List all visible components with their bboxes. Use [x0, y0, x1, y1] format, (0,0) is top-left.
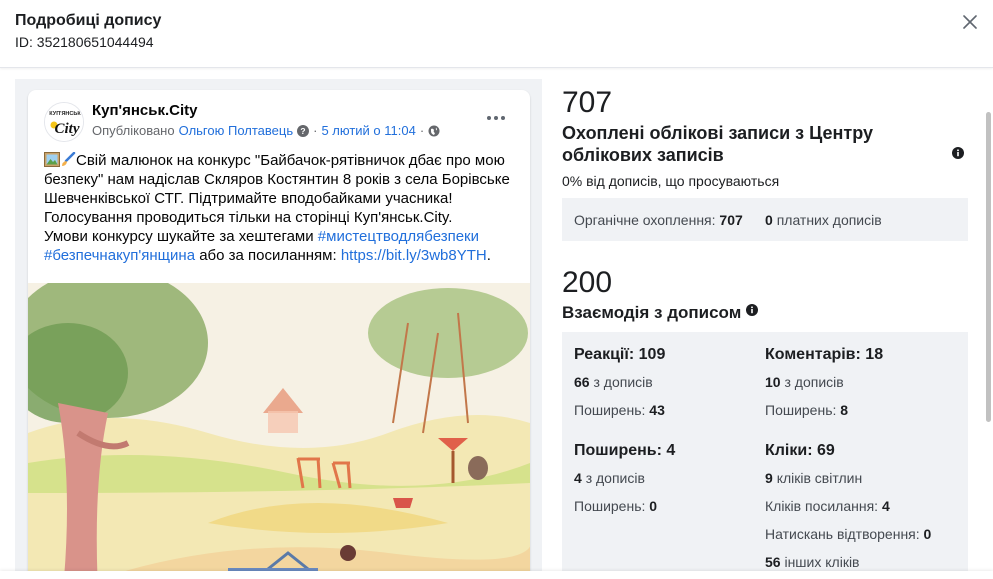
reactions-from-posts-label: з дописів: [593, 374, 653, 390]
dialog-header: Подробиці допису ID: 352180651044494: [0, 0, 993, 68]
page-logo-icon: КУП'ЯНСЬК City: [45, 103, 83, 141]
hashtag-link-2[interactable]: #безпечнакуп'янщина: [44, 247, 195, 264]
shares-label: Поширень:: [574, 442, 662, 459]
comments-shares: Поширень: 8: [765, 402, 848, 418]
dialog-title: Подробиці допису: [15, 12, 162, 29]
picture-emoji-icon: [44, 152, 60, 167]
reactions-value: 109: [638, 346, 666, 363]
dialog-footer-edge: [0, 571, 993, 579]
other-clicks: 56 інших кліків: [765, 554, 860, 570]
post-body-text: Свій малюнок на конкурс "Байбачок-рятівн…: [44, 152, 510, 226]
post-card: КУП'ЯНСЬК City Куп'янськ.City Опублікова…: [28, 90, 530, 579]
promoted-percent: 0% від дописів, що просуваються: [562, 173, 780, 189]
engagement-breakdown-box: Реакції: 109 66 з дописів Поширень: 43 К…: [562, 332, 968, 579]
comments-value: 18: [865, 346, 884, 363]
comments-shares-value: 8: [840, 402, 849, 418]
photo-clicks-value: 9: [765, 470, 773, 486]
post-id: ID: 352180651044494: [15, 34, 154, 50]
hashtag-link-1[interactable]: #мистецтводлябезпеки: [318, 228, 479, 245]
engagement-title: Взаємодія з дописом: [562, 303, 742, 322]
shares-from-posts-value: 4: [574, 470, 582, 486]
clicks-value: 69: [817, 442, 835, 459]
play-clicks-value: 0: [923, 526, 932, 542]
link-clicks-value: 4: [881, 498, 890, 514]
post-text-end: .: [486, 247, 491, 264]
reactions-shares-label: Поширень:: [574, 402, 646, 418]
question-icon: ?: [297, 124, 310, 137]
reactions-label: Реакції:: [574, 346, 635, 363]
published-label: Опубліковано: [92, 123, 175, 138]
post-link-prefix: або за посиланням:: [195, 247, 341, 264]
post-text: Свій малюнок на конкурс "Байбачок-рятівн…: [44, 151, 518, 265]
comments-from-posts: 10 з дописів: [765, 374, 844, 390]
shares-from-posts-label: з дописів: [585, 470, 645, 486]
post-meta: Опубліковано Ольгою Полтавець ? · 5 люти…: [92, 123, 440, 138]
shares-shares-label: Поширень:: [574, 498, 646, 514]
shares-shares-value: 0: [649, 498, 658, 514]
scrollbar-thumb[interactable]: [986, 112, 991, 422]
organic-reach: Органічне охоплення: 707: [574, 212, 743, 228]
engagement-value: 200: [562, 266, 613, 299]
clicks-heading: Кліки: 69: [765, 442, 835, 460]
organic-value: 707: [719, 212, 743, 228]
reactions-shares-value: 43: [649, 402, 665, 418]
more-options-button[interactable]: [482, 108, 510, 128]
globe-icon: [428, 125, 440, 136]
svg-text:КУП'ЯНСЬК: КУП'ЯНСЬК: [49, 111, 81, 117]
link-clicks: Кліків посилання: 4: [765, 498, 890, 514]
clicks-label: Кліки:: [765, 442, 813, 459]
more-dot: [487, 116, 491, 120]
shares-value: 4: [666, 442, 676, 459]
meta-dot-2: ·: [419, 123, 425, 138]
post-date-link[interactable]: 5 лютий о 11:04: [321, 123, 415, 138]
paid-label: платних дописів: [776, 212, 882, 228]
comments-from-posts-label: з дописів: [784, 374, 844, 390]
shares-from-posts: 4 з дописів: [574, 470, 645, 486]
play-clicks: Натискань відтворення: 0: [765, 526, 931, 542]
author-link[interactable]: Ольгою Полтавець: [179, 123, 294, 138]
post-drawing-image[interactable]: [28, 283, 530, 579]
engagement-title-row: Взаємодія з дописом: [562, 302, 759, 324]
play-clicks-label: Натискань відтворення:: [765, 526, 920, 542]
info-icon[interactable]: [746, 304, 759, 316]
more-dot: [494, 116, 498, 120]
close-button[interactable]: [958, 10, 982, 34]
organic-label: Органічне охоплення:: [574, 212, 716, 228]
reach-breakdown-box: Органічне охоплення: 707 0 платних допис…: [562, 198, 968, 241]
paid-value: 0: [765, 212, 773, 228]
reactions-from-posts-value: 66: [574, 374, 590, 390]
more-dot: [501, 116, 505, 120]
external-link[interactable]: https://bit.ly/3wb8YTH: [341, 247, 487, 264]
reactions-heading: Реакції: 109: [574, 346, 665, 364]
link-clicks-label: Кліків посилання:: [765, 498, 879, 514]
shares-shares: Поширень: 0: [574, 498, 657, 514]
page-name[interactable]: Куп'янськ.City: [92, 102, 198, 119]
reach-title: Охоплені облікові записи з Центру обліко…: [562, 123, 873, 165]
reach-info-button[interactable]: [952, 146, 964, 164]
comments-from-posts-value: 10: [765, 374, 781, 390]
svg-text:City: City: [55, 121, 80, 137]
reactions-shares: Поширень: 43: [574, 402, 665, 418]
other-clicks-value: 56: [765, 554, 781, 570]
reactions-from-posts: 66 з дописів: [574, 374, 653, 390]
comments-label: Коментарів:: [765, 346, 861, 363]
svg-text:?: ?: [301, 126, 306, 136]
paintbrush-emoji-icon: [62, 152, 76, 166]
meta-dot: ·: [313, 123, 318, 138]
other-clicks-label: інших кліків: [784, 554, 860, 570]
close-icon: [963, 15, 977, 29]
comments-shares-label: Поширень:: [765, 402, 837, 418]
info-icon: [952, 147, 964, 159]
comments-heading: Коментарів: 18: [765, 346, 883, 364]
shares-heading: Поширень: 4: [574, 442, 675, 460]
post-conditions-text: Умови конкурсу шукайте за хештегами: [44, 228, 318, 245]
reach-value: 707: [562, 86, 613, 119]
post-preview-panel: КУП'ЯНСЬК City Куп'янськ.City Опублікова…: [15, 79, 542, 579]
paid-reach: 0 платних дописів: [765, 212, 882, 228]
page-avatar[interactable]: КУП'ЯНСЬК City: [44, 102, 84, 142]
photo-clicks-label: кліків світлин: [776, 470, 863, 486]
photo-clicks: 9 кліків світлин: [765, 470, 862, 486]
